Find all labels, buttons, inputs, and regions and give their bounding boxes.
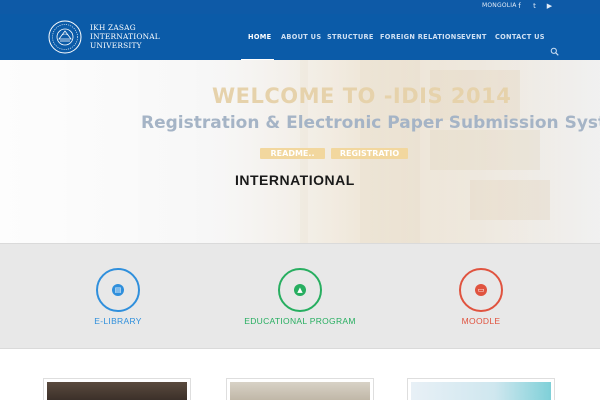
nav-foreign-relations[interactable]: FOREIGN RELATIONS	[380, 33, 462, 41]
feature-label[interactable]: MOODLE	[381, 316, 581, 326]
nav-event[interactable]: EVENT	[461, 33, 487, 41]
feature-moodle[interactable]: ▭ MOODLE	[381, 244, 581, 350]
registration-button[interactable]: REGISTRATIO	[331, 148, 408, 159]
logo-line: UNIVERSITY	[90, 41, 142, 50]
facebook-icon[interactable]: f	[515, 2, 524, 11]
feature-strip: ▤ E-LIBRARY ▲ EDUCATIONAL PROGRAM ▭ MOOD…	[0, 243, 600, 349]
nav-home[interactable]: HOME	[248, 33, 271, 41]
top-bar: MONGOLIA f t ▶	[0, 0, 600, 14]
hero-title: WELCOME TO -IDIS 2014	[212, 84, 512, 108]
news-card-image[interactable]	[47, 382, 187, 400]
search-icon[interactable]	[550, 47, 559, 56]
youtube-icon[interactable]: ▶	[545, 2, 554, 11]
nav-about-us[interactable]: ABOUT US	[281, 33, 321, 41]
feature-circle[interactable]: ▲	[278, 268, 322, 312]
feature-educational-program[interactable]: ▲ EDUCATIONAL PROGRAM	[200, 244, 400, 350]
hero-subtitle: Registration & Electronic Paper Submissi…	[141, 113, 600, 133]
feature-e-library[interactable]: ▤ E-LIBRARY	[18, 244, 218, 350]
graduation-cap-icon: ▲	[294, 284, 306, 296]
feature-label[interactable]: EDUCATIONAL PROGRAM	[200, 316, 400, 326]
feature-label[interactable]: E-LIBRARY	[18, 316, 218, 326]
university-emblem-icon[interactable]	[48, 20, 82, 54]
news-card[interactable]	[407, 378, 555, 400]
language-link[interactable]: MONGOLIA	[482, 2, 517, 9]
site-header: IKH ZASAG INTERNATIONAL UNIVERSITY HOME …	[0, 14, 600, 60]
nav-structure[interactable]: STRUCTURE	[327, 33, 374, 41]
hero-caption: INTERNATIONAL	[235, 172, 355, 188]
news-card-image[interactable]	[230, 382, 370, 400]
university-name[interactable]: IKH ZASAG INTERNATIONAL UNIVERSITY	[90, 23, 160, 50]
logo-line: IKH ZASAG	[90, 23, 136, 32]
logo-line: INTERNATIONAL	[90, 32, 160, 41]
book-icon: ▤	[112, 284, 124, 296]
monitor-icon: ▭	[475, 284, 487, 296]
feature-circle[interactable]: ▤	[96, 268, 140, 312]
nav-contact-us[interactable]: CONTACT US	[495, 33, 545, 41]
twitter-icon[interactable]: t	[530, 2, 539, 11]
news-section	[0, 350, 600, 400]
feature-circle[interactable]: ▭	[459, 268, 503, 312]
news-card[interactable]	[43, 378, 191, 400]
readme-button[interactable]: README..	[260, 148, 325, 159]
news-card-image[interactable]	[411, 382, 551, 400]
news-card[interactable]	[226, 378, 374, 400]
